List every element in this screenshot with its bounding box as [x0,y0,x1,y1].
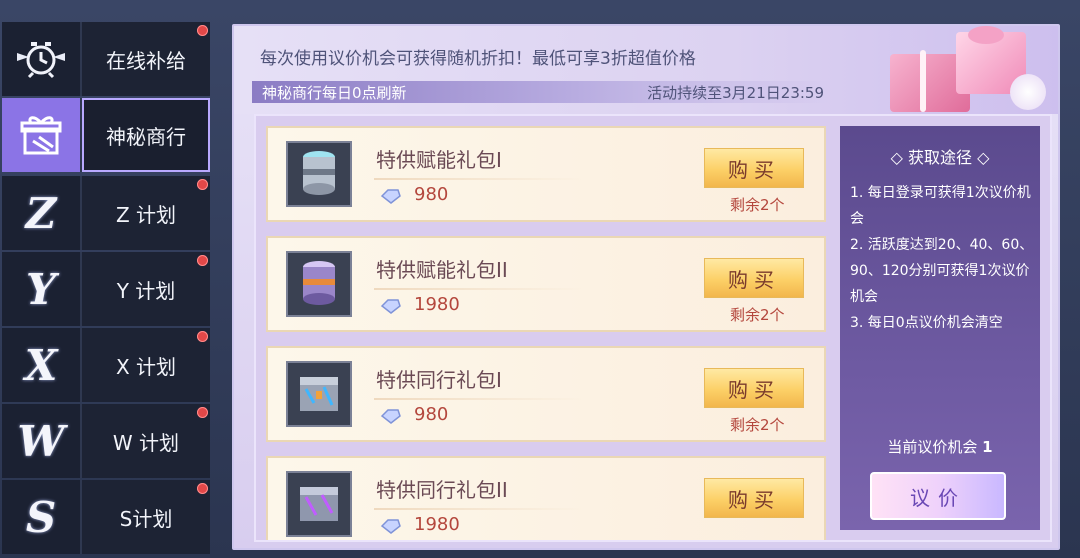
gift-pack-thumbnail [286,141,352,207]
sidebar-item-y-plan[interactable]: Y Y 计划 [2,252,210,326]
sidebar-item-x-plan[interactable]: X X 计划 [2,328,210,402]
remaining-count: 剩余2个 [730,306,785,324]
buy-button[interactable]: 购买 [704,148,804,188]
shop-content: 特供赋能礼包I 980 购买 剩余2个 特供赋能礼包II 1980 购买 剩余2… [254,114,1052,542]
item-price: 980 [414,404,449,425]
notification-badge [197,179,208,190]
shop-item: 特供同行礼包I 980 购买 剩余2个 [266,346,826,442]
remaining-count: 剩余2个 [730,196,785,214]
flower-icon [1010,74,1046,110]
gift-icon [2,98,82,172]
sidebar-item-z-plan[interactable]: Z Z 计划 [2,176,210,250]
shop-item: 特供赋能礼包I 980 购买 剩余2个 [266,126,826,222]
refresh-label: 神秘商行每日0点刷新 [262,84,407,102]
w-letter-glyph: W [17,416,65,466]
sidebar-item-label: Y 计划 [116,278,176,303]
item-price: 1980 [414,294,460,315]
rule-item: 2. 活跃度达到20、40、60、90、120分别可获得1次议价机会 [850,237,1034,305]
gift-pack-thumbnail [286,361,352,427]
rule-item: 1. 每日登录可获得1次议价机会 [850,185,1031,227]
rules-list: 1. 每日登录可获得1次议价机会 2. 活跃度达到20、40、60、90、120… [850,180,1034,336]
discount-notice: 每次使用议价机会可获得随机折扣！最低可享3折超值价格 [260,49,696,69]
y-letter-glyph: Y [26,264,56,314]
sidebar-item-label: Z 计划 [115,202,177,227]
sidebar-item-w-plan[interactable]: W W 计划 [2,404,210,478]
w-letter-icon: W [2,404,82,478]
diamond-icon [380,409,401,424]
sidebar: 在线补给 神秘商行 Z Z 计划 Y Y 计划 X X 计划 W W 计划 S … [0,0,212,558]
info-title: ◇ 获取途径 ◇ [840,144,1040,168]
notification-badge [197,407,208,418]
remaining-count: 剩余2个 [730,416,785,434]
s-letter-icon: S [2,480,82,554]
notification-badge [197,255,208,266]
notification-badge [197,483,208,494]
event-duration: 活动持续至3月21日23:59 [647,84,824,102]
diamond-icon [380,519,401,534]
diamond-bullet-icon: ◇ [972,148,990,167]
chance-label: 当前议价机会 [887,438,978,456]
sidebar-item-mystery-shop[interactable]: 神秘商行 [2,98,210,172]
divider [374,508,584,510]
sidebar-item-label: 在线补给 [106,48,186,73]
diamond-icon [380,299,401,314]
item-name: 特供赋能礼包I [376,148,502,172]
bargain-chance: 当前议价机会 1 [840,436,1040,457]
refresh-bar: 神秘商行每日0点刷新 活动持续至3月21日23:59 [252,81,828,103]
gift-boxes-decoration [860,26,1050,116]
item-price: 980 [414,184,449,205]
item-name: 特供同行礼包I [376,368,502,392]
buy-button[interactable]: 购买 [704,478,804,518]
shop-item: 特供同行礼包II 1980 购买 [266,456,826,540]
buy-button[interactable]: 购买 [704,258,804,298]
divider [374,398,584,400]
divider [374,288,584,290]
info-title-text: 获取途径 [907,148,972,167]
mystery-shop-panel: 每次使用议价机会可获得随机折扣！最低可享3折超值价格 神秘商行每日0点刷新 活动… [232,24,1060,550]
gift-pack-thumbnail [286,251,352,317]
ribbon-icon [920,50,926,112]
y-letter-icon: Y [2,252,82,326]
s-letter-glyph: S [25,492,57,542]
gift-pack-thumbnail [286,471,352,537]
notification-badge [197,25,208,36]
rule-item: 3. 每日0点议价机会清空 [850,315,1003,331]
sidebar-item-s-plan[interactable]: S S计划 [2,480,210,554]
panel-header: 每次使用议价机会可获得随机折扣！最低可享3折超值价格 神秘商行每日0点刷新 活动… [234,26,1058,114]
diamond-icon [380,189,401,204]
bargain-info-panel: ◇ 获取途径 ◇ 1. 每日登录可获得1次议价机会 2. 活跃度达到20、40、… [840,126,1040,530]
item-price: 1980 [414,514,460,535]
shop-item: 特供赋能礼包II 1980 购买 剩余2个 [266,236,826,332]
buy-button[interactable]: 购买 [704,368,804,408]
item-name: 特供同行礼包II [376,478,508,502]
bargain-button[interactable]: 议价 [870,472,1006,520]
bow-icon [968,26,1004,44]
x-letter-icon: X [2,328,82,402]
sidebar-item-label: S计划 [119,506,173,531]
z-letter-icon: Z [2,176,82,250]
sidebar-item-label: X 计划 [115,354,177,379]
z-letter-glyph: Z [25,188,57,238]
alarm-clock-icon [2,22,82,96]
item-name: 特供赋能礼包II [376,258,508,282]
sidebar-item-online-supply[interactable]: 在线补给 [2,22,210,96]
sidebar-item-label: W 计划 [112,430,180,455]
chance-count: 1 [982,438,993,456]
divider [374,178,584,180]
diamond-bullet-icon: ◇ [890,148,908,167]
app-root: 在线补给 神秘商行 Z Z 计划 Y Y 计划 X X 计划 W W 计划 S … [0,0,1080,558]
notification-badge [197,331,208,342]
sidebar-item-label: 神秘商行 [106,124,186,149]
x-letter-glyph: X [24,340,58,390]
